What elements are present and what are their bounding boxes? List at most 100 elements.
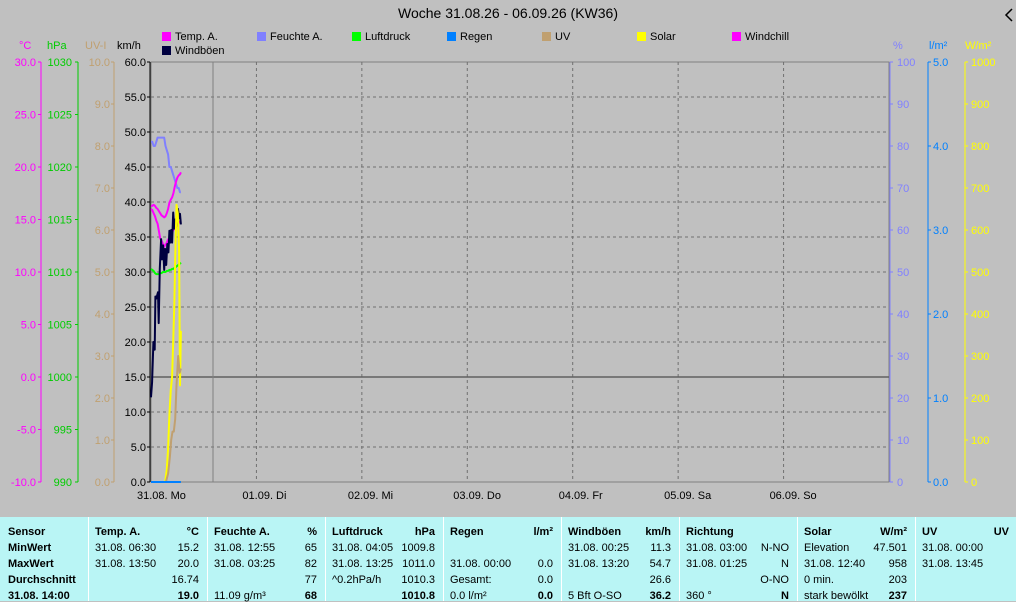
stats-cell-label: 31.08. 01:25 (686, 558, 748, 570)
stats-column-unit: °C (186, 526, 199, 538)
x-axis-day-label: 02.09. Mi (348, 490, 393, 502)
press-axis-tick-label: 1010 (48, 267, 72, 279)
x-axis-day-label: 04.09. Fr (559, 490, 603, 502)
x-axis-day-label: 31.08. Mo (137, 490, 186, 502)
solar-axis-tick-label: 300 (971, 351, 989, 363)
stats-column-unit: W/m² (880, 526, 907, 538)
uv-axis-tick-label: 8.0 (95, 141, 110, 153)
stats-cell-label: 31.08. 03:00 (686, 542, 748, 554)
uv-axis-tick-label: 0.0 (95, 477, 110, 489)
hum-axis-tick-label: 50 (897, 267, 909, 279)
stats-column: Solar W/m² Elevation 47.501 31.08. 12:40 958 0… (797, 517, 915, 602)
stats-cell-value: 68 (304, 590, 317, 602)
stats-column: Regen l/m² 31.08. 00:00 0.0 Gesamt: 0.0 0.0 l/… (443, 517, 561, 602)
stats-cell-value: 65 (304, 542, 317, 554)
hum-axis-tick-label: 80 (897, 141, 909, 153)
stats-column: Richtung 31.08. 03:00 N-NO 31.08. 01:25 N O-N… (679, 517, 797, 602)
rain-axis-tick-label: 5.0 (933, 57, 948, 69)
hum-axis-tick-label: 0 (897, 477, 903, 489)
chart-canvas: 30.025.020.015.010.05.00.0-5.0-10.010301… (11, 57, 996, 502)
stats-cell-value: N (781, 590, 789, 602)
x-axis-day-label: 03.09. Do (453, 490, 501, 502)
stats-column: Feuchte A.% 31.08. 12:55 65 31.08. 03:25 82 7… (207, 517, 325, 602)
stats-cell-label: 360 ° (686, 590, 712, 602)
stats-cell-label: 0.0 l/m² (450, 590, 487, 602)
hum-axis-tick-label: 40 (897, 309, 909, 321)
stats-cell-label: 31.08. 03:25 (214, 558, 276, 570)
stats-row-label: MaxWert (8, 558, 54, 570)
stats-column-header: Feuchte A. (214, 526, 270, 538)
rain-axis-tick-label: 2.0 (933, 309, 948, 321)
stats-cell-value: 15.2 (177, 542, 199, 554)
solar-axis-tick-label: 600 (971, 225, 989, 237)
stats-cell-value: 0.0 (537, 590, 553, 602)
temp-axis-tick-label: 25.0 (15, 110, 36, 122)
solar-axis-tick-label: 1000 (971, 57, 995, 69)
wind-axis-tick-label: 10.0 (125, 407, 146, 419)
stats-cell-label: 31.08. 13:25 (332, 558, 394, 570)
hum-axis-tick-label: 70 (897, 183, 909, 195)
uv-axis-tick-label: 7.0 (95, 183, 110, 195)
statistics-table: Sensor MinWert MaxWert Durchschnitt 31.08. 1… (0, 517, 1016, 602)
stats-column-header: Temp. A. (95, 526, 141, 538)
stats-column-header: UV (922, 526, 938, 538)
stats-cell-label: 31.08. 13:45 (922, 558, 984, 570)
wind-axis-tick-label: 30.0 (125, 267, 146, 279)
temp-axis-tick-label: 30.0 (15, 57, 36, 69)
stats-column-unit: l/m² (533, 526, 553, 538)
stats-column-header: Solar (804, 526, 832, 538)
stats-cell-value: 77 (304, 574, 317, 586)
x-axis-day-label: 05.09. Sa (664, 490, 712, 502)
stats-cell-value: 54.7 (649, 558, 671, 570)
stats-cell-label: 5 Bft O-SO (568, 590, 622, 602)
stats-column-unit: hPa (414, 526, 435, 538)
stats-row-labels: Sensor MinWert MaxWert Durchschnitt 31.08. 1… (0, 517, 88, 602)
solar-axis-tick-label: 500 (971, 267, 989, 279)
press-axis-tick-label: 995 (54, 425, 72, 437)
uv-axis-tick-label: 3.0 (95, 351, 110, 363)
solar-axis-tick-label: 100 (971, 435, 989, 447)
uv-axis-tick-label: 9.0 (95, 99, 110, 111)
hum-axis-tick-label: 10 (897, 435, 909, 447)
wind-axis-tick-label: 40.0 (125, 197, 146, 209)
wind-axis-tick-label: 35.0 (125, 232, 146, 244)
stats-column: Windböen km/h 31.08. 00:25 11.3 31.08. 13:20… (561, 517, 679, 602)
stats-row-label: MinWert (8, 542, 52, 554)
stats-column: UV UV 31.08. 00:00 31.08. 13:45 (915, 517, 1016, 601)
temp-axis-tick-label: 5.0 (21, 320, 36, 332)
stats-column-unit: UV (993, 526, 1009, 538)
press-axis-tick-label: 1025 (48, 110, 72, 122)
stats-cell-label: stark bewölkt (804, 590, 869, 602)
stats-cell-label: ^0.2hPa/h (332, 574, 382, 586)
wind-axis-tick-label: 5.0 (131, 442, 146, 454)
stats-cell-value: N (781, 558, 789, 570)
stats-column-header: Luftdruck (332, 526, 383, 538)
stats-cell-value: 0.0 (537, 558, 553, 570)
wind-axis-tick-label: 60.0 (125, 57, 146, 69)
uv-axis-tick-label: 1.0 (95, 435, 110, 447)
solar-axis-tick-label: 700 (971, 183, 989, 195)
press-axis-tick-label: 1020 (48, 162, 72, 174)
stats-cell-label: 31.08. 13:20 (568, 558, 630, 570)
stats-row-label: Sensor (8, 526, 46, 538)
wind-axis-tick-label: 20.0 (125, 337, 146, 349)
stats-column-header: Windböen (568, 526, 622, 538)
stats-cell-value: 47.501 (873, 542, 907, 554)
stats-column-unit: km/h (645, 526, 671, 538)
hum-axis-tick-label: 20 (897, 393, 909, 405)
stats-cell-label: 31.08. 12:55 (214, 542, 276, 554)
press-axis-tick-label: 1000 (48, 372, 72, 384)
x-axis-day-label: 06.09. So (770, 490, 817, 502)
rain-axis-tick-label: 1.0 (933, 393, 948, 405)
rain-axis-tick-label: 0.0 (933, 477, 948, 489)
uv-axis-tick-label: 5.0 (95, 267, 110, 279)
press-axis-tick-label: 1005 (48, 320, 72, 332)
uv-axis-tick-label: 6.0 (95, 225, 110, 237)
temp-axis-tick-label: 0.0 (21, 372, 36, 384)
press-axis-tick-label: 1015 (48, 215, 72, 227)
stats-column: Luftdruck hPa 31.08. 04:05 1009.8 31.08. 13:… (325, 517, 443, 602)
stats-cell-value: 16.74 (171, 574, 199, 586)
stats-column-header: Regen (450, 526, 484, 538)
hum-axis-tick-label: 30 (897, 351, 909, 363)
stats-cell-value: 1010.3 (401, 574, 435, 586)
